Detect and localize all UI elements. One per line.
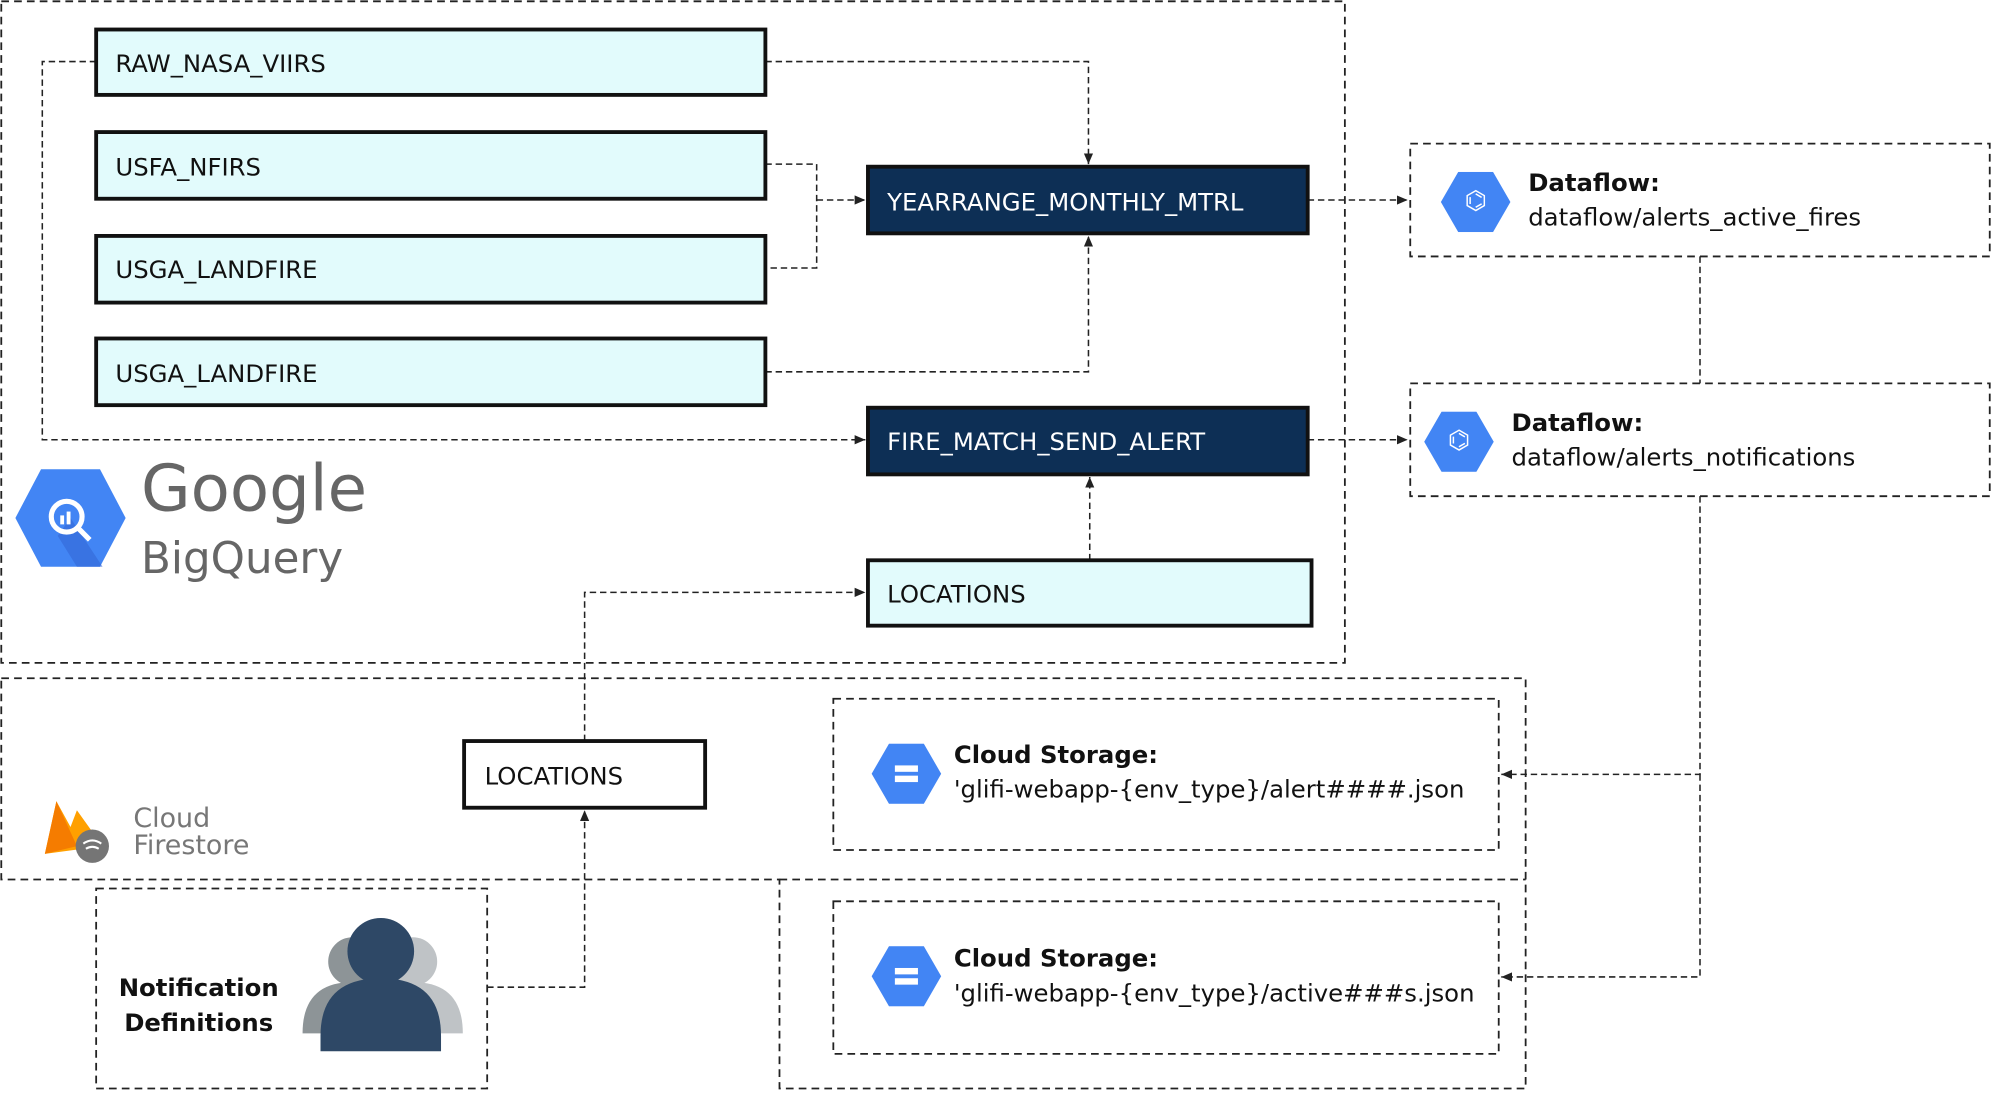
cloud-storage-active-json[interactable]: Cloud Storage: 'glifi-webapp-{env_type}/… [832,900,1500,1055]
svg-text:⌬: ⌬ [1464,186,1486,216]
svg-text:dataflow/alerts_active_fires: dataflow/alerts_active_fires [1528,203,1861,232]
view-fire-match-send-alert[interactable]: FIRE_MATCH_SEND_ALERT [866,405,1310,477]
cloud-storage-icon [871,946,942,1007]
bigquery-logo: Google BigQuery [15,452,367,584]
architecture-diagram: RAW_NASA_VIIRS USFA_NFIRS USGA_LANDFIRE … [0,0,1991,1090]
svg-text:dataflow/alerts_notifications: dataflow/alerts_notifications [1512,442,1856,471]
edge-dataflow-to-alert-storage [1501,496,1701,780]
table-usga-landfire[interactable]: USGA_LANDFIRE [94,233,768,305]
svg-text:Firestore: Firestore [133,830,249,861]
svg-text:'glifi-webapp-{env_type}/alert: 'glifi-webapp-{env_type}/alert####.json [954,774,1465,803]
edge-raw-to-yearrange [765,60,1094,165]
table-raw-nasa-viirs[interactable]: RAW_NASA_VIIRS [94,27,768,97]
svg-text:Dataflow:: Dataflow: [1512,408,1644,437]
svg-text:YEARRANGE_MONTHLY_MTRL: YEARRANGE_MONTHLY_MTRL [886,187,1244,216]
svg-text:USFA_NFIRS: USFA_NFIRS [115,153,261,182]
cloud-storage-icon [871,743,942,804]
edge-usga-to-yearrange [765,235,1094,373]
table-usfa-nfirs[interactable]: USFA_NFIRS [94,130,768,201]
svg-text:Definitions: Definitions [124,1008,273,1037]
svg-text:FIRE_MATCH_SEND_ALERT: FIRE_MATCH_SEND_ALERT [887,427,1205,456]
edge-dataflow-to-active-storage [1501,774,1701,982]
notification-definitions[interactable]: Notification Definitions [95,887,489,1090]
svg-text:Dataflow:: Dataflow: [1528,168,1660,197]
svg-text:RAW_NASA_VIIRS: RAW_NASA_VIIRS [115,49,325,78]
edge-usfa-usga-merge [765,163,818,269]
svg-text:Notification: Notification [119,973,279,1002]
edge-notifications-to-locations [487,810,590,988]
svg-text:Cloud Storage:: Cloud Storage: [954,944,1158,973]
svg-text:Cloud Storage:: Cloud Storage: [954,740,1158,769]
collection-firestore-locations[interactable]: LOCATIONS [462,739,708,810]
users-icon [302,917,463,1052]
svg-text:USGA_LANDFIRE: USGA_LANDFIRE [115,255,317,284]
bigquery-wordmark: BigQuery [141,534,343,584]
svg-text:LOCATIONS: LOCATIONS [887,580,1025,609]
dataflow-alerts-active-fires[interactable]: ⌬ Dataflow: dataflow/alerts_active_fires [1409,142,1991,258]
table-bq-locations[interactable]: LOCATIONS [866,558,1314,628]
view-yearrange-monthly-mtrl[interactable]: YEARRANGE_MONTHLY_MTRL [866,164,1310,236]
table-usga-landfire-2[interactable]: USGA_LANDFIRE [94,336,768,408]
dataflow-alerts-notifications[interactable]: ⌬ Dataflow: dataflow/alerts_notification… [1409,382,1991,498]
svg-text:USGA_LANDFIRE: USGA_LANDFIRE [115,359,317,388]
svg-text:⌬: ⌬ [1448,426,1470,456]
svg-text:LOCATIONS: LOCATIONS [485,762,623,791]
google-wordmark: Google [141,452,367,526]
edge-firestore-to-bq-locations [583,587,866,742]
cloud-storage-alert-json[interactable]: Cloud Storage: 'glifi-webapp-{env_type}/… [832,697,1500,851]
cloud-firestore-logo: Cloud Firestore [44,801,249,863]
svg-text:'glifi-webapp-{env_type}/activ: 'glifi-webapp-{env_type}/active###s.json [954,978,1475,1007]
